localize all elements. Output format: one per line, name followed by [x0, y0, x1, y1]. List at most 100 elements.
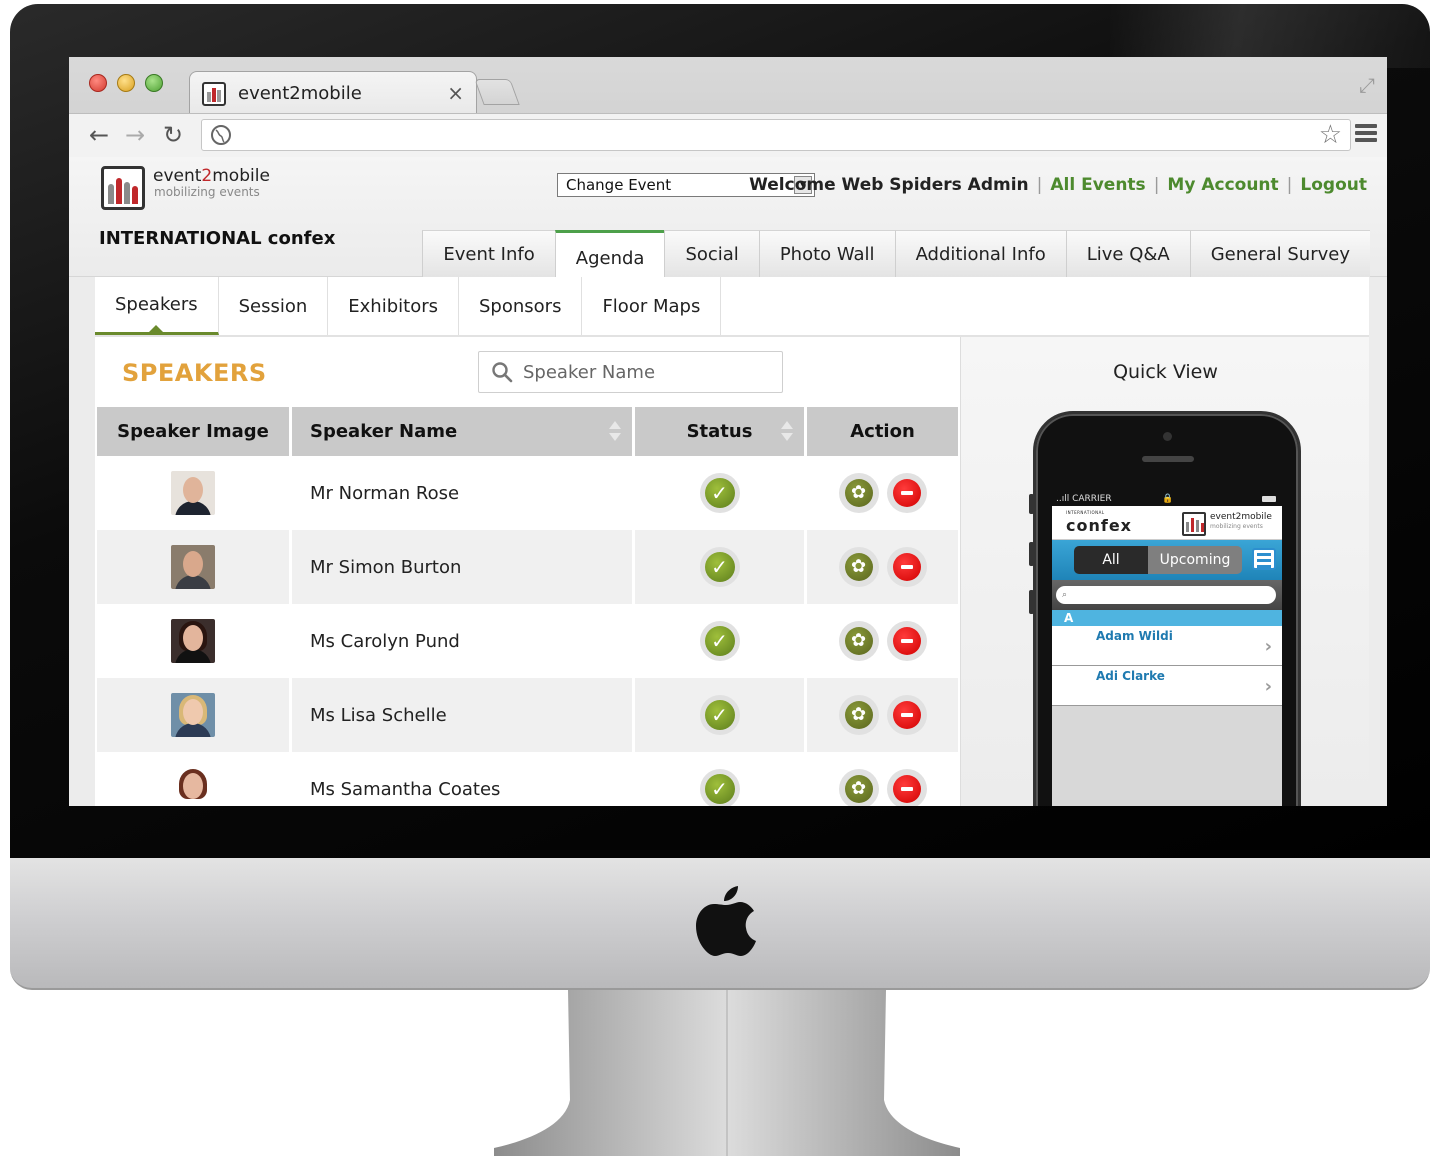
- status-active-icon[interactable]: ✓: [699, 547, 740, 587]
- quick-view-title: Quick View: [1113, 361, 1218, 383]
- tab-social[interactable]: Social: [664, 230, 759, 277]
- speaker-avatar: [171, 767, 215, 806]
- user-links: Welcome Web Spiders Admin | All Events | My …: [749, 175, 1367, 195]
- browser-tab[interactable]: event2mobile ×: [189, 71, 477, 113]
- status-active-icon[interactable]: ✓: [699, 769, 740, 806]
- delete-icon[interactable]: [886, 473, 927, 513]
- segment-upcoming[interactable]: Upcoming: [1148, 546, 1242, 574]
- phone-preview: ..ıll CARRIER 🔒 INTERNATIONAL confex even…: [1029, 411, 1301, 806]
- phone-list-item[interactable]: Adi Clarke ›: [1052, 666, 1282, 706]
- speaker-name: Mr Simon Burton: [292, 530, 635, 604]
- apple-logo-icon: [696, 886, 756, 956]
- fullscreen-icon[interactable]: ⤢: [1359, 73, 1375, 97]
- reload-icon[interactable]: ↻: [163, 121, 183, 149]
- battery-icon: [1262, 496, 1276, 502]
- chevron-right-icon: ›: [1264, 636, 1272, 657]
- tab-title: event2mobile: [238, 83, 362, 104]
- speakers-panel: SPEAKERS Speaker Image Speaker Name Stat: [95, 337, 960, 806]
- quick-view-panel: Quick View ..ıll CARRIER 🔒 INTERNATIONAL…: [960, 337, 1369, 806]
- app: event2mobile mobilizing events Change Ev…: [69, 157, 1387, 806]
- edit-gear-icon[interactable]: ✿: [838, 695, 879, 735]
- close-window-button[interactable]: [89, 74, 107, 92]
- speakers-heading: SPEAKERS: [122, 359, 267, 387]
- address-bar[interactable]: ☆: [201, 119, 1351, 151]
- zoom-window-button[interactable]: [145, 74, 163, 92]
- table-row: Ms Carolyn Pund ✓ ✿: [97, 604, 958, 678]
- tab-event-info[interactable]: Event Info: [422, 230, 555, 277]
- sort-icon[interactable]: [780, 419, 794, 443]
- edit-gear-icon[interactable]: ✿: [838, 473, 879, 513]
- event-title: INTERNATIONAL confex: [99, 228, 336, 249]
- list-view-icon[interactable]: [1252, 548, 1276, 570]
- tab-general-survey[interactable]: General Survey: [1189, 230, 1370, 277]
- phone-segment-control: All Upcoming: [1074, 546, 1242, 574]
- back-arrow-icon[interactable]: ←: [89, 121, 109, 149]
- delete-icon[interactable]: [886, 547, 927, 587]
- tab-agenda[interactable]: Agenda: [554, 230, 665, 277]
- speaker-name: Ms Lisa Schelle: [292, 678, 635, 752]
- logo-name: event2mobile: [153, 166, 270, 186]
- subtab-session[interactable]: Session: [219, 277, 329, 335]
- event2mobile-logo-icon: [1182, 512, 1206, 536]
- tab-photo-wall[interactable]: Photo Wall: [758, 230, 895, 277]
- sub-tabs: Speakers Session Exhibitors Sponsors Flo…: [95, 277, 1369, 337]
- table-row: Ms Samantha Coates ✓ ✿: [97, 752, 958, 806]
- minimize-window-button[interactable]: [117, 74, 135, 92]
- favicon-icon: [202, 82, 226, 106]
- browser-toolbar: ← → ↻ ☆: [69, 113, 1387, 157]
- event2mobile-logo-icon[interactable]: [101, 166, 145, 210]
- my-account-link[interactable]: My Account: [1167, 175, 1278, 195]
- table-row: Mr Simon Burton ✓ ✿: [97, 530, 958, 604]
- forward-arrow-icon[interactable]: →: [125, 121, 145, 149]
- speaker-name: Ms Samantha Coates: [292, 752, 635, 806]
- screen: event2mobile × ⤢ ← → ↻ ☆ event2mobile mo…: [69, 57, 1387, 806]
- logout-link[interactable]: Logout: [1300, 175, 1367, 195]
- all-events-link[interactable]: All Events: [1050, 175, 1145, 195]
- segment-all[interactable]: All: [1074, 546, 1148, 574]
- phone-app-header: INTERNATIONAL confex event2mobile mobiliz…: [1052, 506, 1282, 540]
- speaker-name: Mr Norman Rose: [292, 456, 635, 530]
- phone-screen: ..ıll CARRIER 🔒 INTERNATIONAL confex even…: [1052, 492, 1282, 806]
- welcome-text: Welcome Web Spiders Admin: [749, 175, 1029, 195]
- edit-gear-icon[interactable]: ✿: [838, 769, 879, 806]
- col-action: Action: [850, 421, 915, 442]
- delete-icon[interactable]: [886, 769, 927, 806]
- col-status[interactable]: Status: [635, 407, 807, 456]
- subtab-exhibitors[interactable]: Exhibitors: [328, 277, 459, 335]
- phone-list-item[interactable]: Adam Wildi ›: [1052, 626, 1282, 666]
- phone-status-bar: ..ıll CARRIER 🔒: [1052, 492, 1282, 506]
- speaker-name: Ms Carolyn Pund: [292, 604, 635, 678]
- subtab-sponsors[interactable]: Sponsors: [459, 277, 583, 335]
- phone-search-input[interactable]: ⌕: [1056, 586, 1276, 604]
- speaker-avatar: [171, 619, 215, 663]
- tab-close-icon[interactable]: ×: [447, 81, 464, 105]
- col-speaker-image: Speaker Image: [97, 407, 292, 456]
- status-active-icon[interactable]: ✓: [699, 473, 740, 513]
- tab-additional-info[interactable]: Additional Info: [894, 230, 1066, 277]
- menu-icon[interactable]: [1355, 124, 1377, 146]
- speaker-search[interactable]: [478, 351, 783, 393]
- delete-icon[interactable]: [886, 695, 927, 735]
- subtab-speakers[interactable]: Speakers: [95, 277, 219, 335]
- star-icon[interactable]: ☆: [1319, 120, 1342, 150]
- status-active-icon[interactable]: ✓: [699, 621, 740, 661]
- edit-gear-icon[interactable]: ✿: [838, 547, 879, 587]
- browser-chrome: event2mobile × ⤢ ← → ↻ ☆: [69, 57, 1387, 157]
- speaker-search-input[interactable]: [523, 360, 773, 384]
- status-active-icon[interactable]: ✓: [699, 695, 740, 735]
- speaker-avatar: [171, 471, 215, 515]
- edit-gear-icon[interactable]: ✿: [838, 621, 879, 661]
- confex-logo: INTERNATIONAL confex: [1066, 510, 1132, 535]
- new-tab-button[interactable]: [474, 79, 520, 105]
- delete-icon[interactable]: [886, 621, 927, 661]
- col-speaker-name[interactable]: Speaker Name: [292, 407, 635, 456]
- search-icon: [492, 362, 513, 383]
- main-tabs: Event Info Agenda Social Photo Wall Addi…: [422, 230, 1370, 277]
- sort-icon[interactable]: [608, 419, 622, 443]
- subtab-floor-maps[interactable]: Floor Maps: [582, 277, 722, 335]
- lock-icon: 🔒: [1162, 494, 1174, 504]
- phone-search-bar: ⌕: [1052, 580, 1282, 610]
- table-row: Mr Norman Rose ✓ ✿: [97, 456, 958, 530]
- phone-camera: [1163, 432, 1172, 441]
- tab-live-qa[interactable]: Live Q&A: [1065, 230, 1190, 277]
